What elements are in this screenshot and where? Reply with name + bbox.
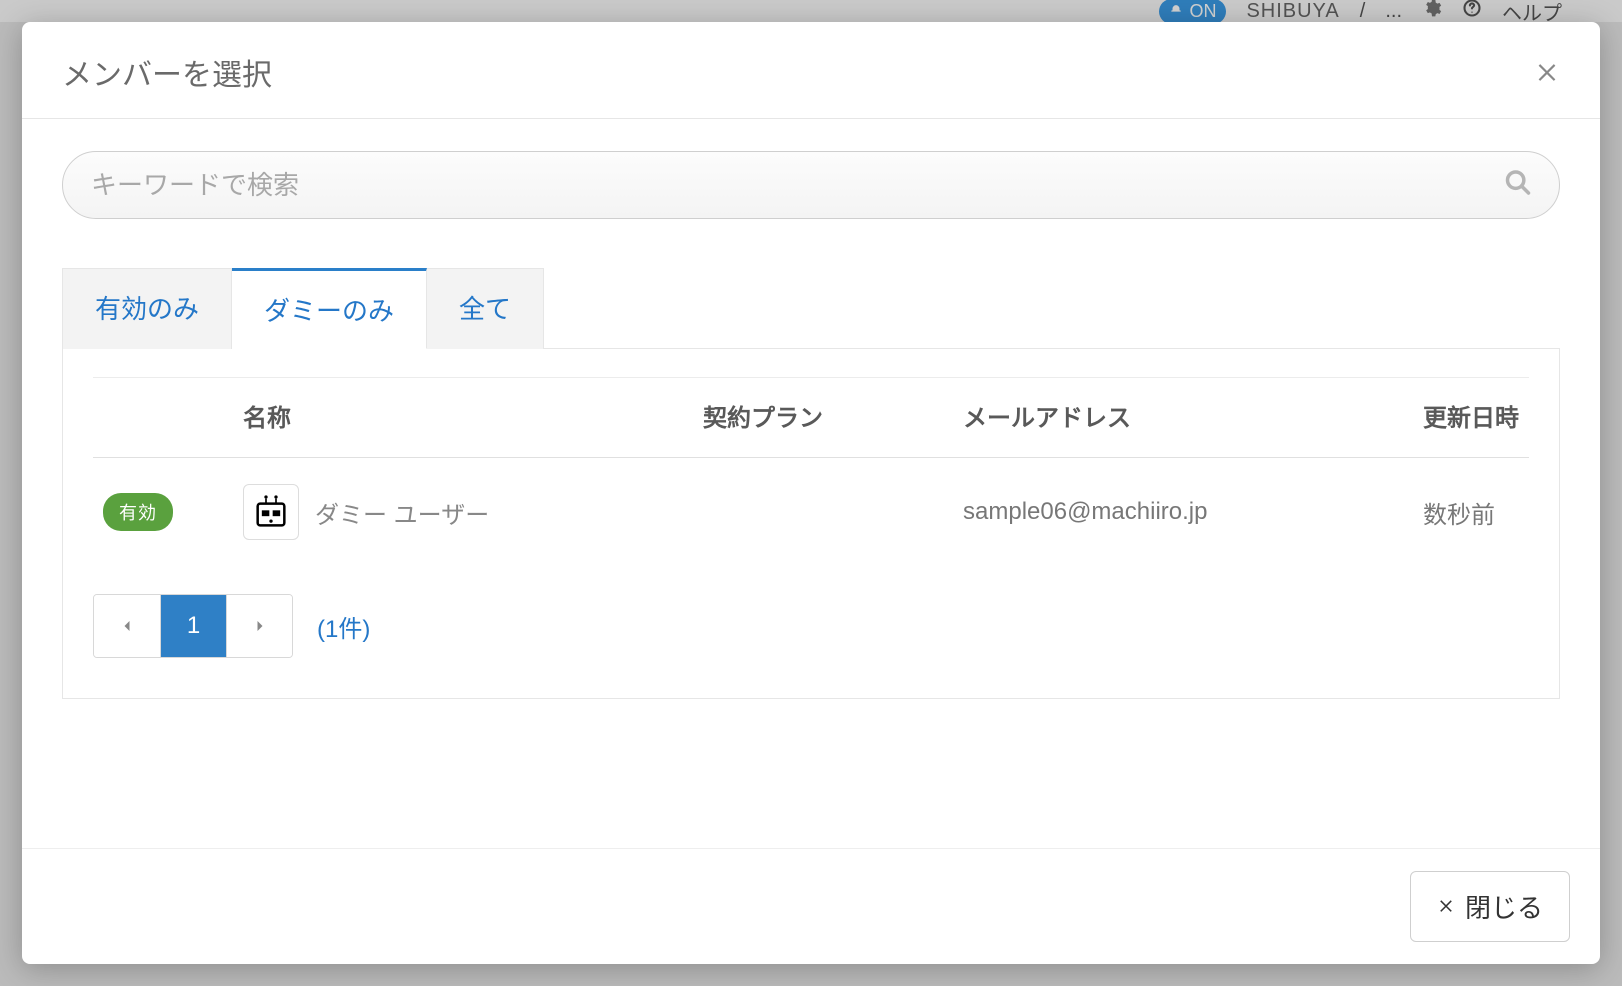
close-button[interactable]: 閉じる bbox=[1410, 871, 1570, 942]
members-table: 名称 契約プラン メールアドレス 更新日時 有効 bbox=[93, 377, 1529, 566]
filter-tabs: 有効のみ ダミーのみ 全て bbox=[62, 267, 1560, 348]
search-wrap bbox=[62, 151, 1560, 219]
pager-page-current[interactable]: 1 bbox=[160, 595, 226, 657]
header-updated: 更新日時 bbox=[1413, 378, 1529, 458]
search-icon[interactable] bbox=[1504, 169, 1532, 202]
tab-dummy-only[interactable]: ダミーのみ bbox=[232, 268, 427, 349]
close-button-label: 閉じる bbox=[1465, 888, 1543, 925]
pager-next-button[interactable] bbox=[226, 595, 292, 657]
tab-label: ダミーのみ bbox=[264, 296, 394, 326]
status-badge: 有効 bbox=[103, 493, 173, 531]
header-plan: 契約プラン bbox=[693, 378, 953, 458]
close-icon[interactable] bbox=[1534, 54, 1560, 90]
tab-all[interactable]: 全て bbox=[427, 268, 544, 349]
header-status bbox=[93, 378, 233, 458]
pagination: 1 (1件) bbox=[93, 594, 1529, 658]
close-x-icon bbox=[1437, 894, 1455, 920]
header-email: メールアドレス bbox=[953, 378, 1413, 458]
modal-title: メンバーを選択 bbox=[62, 50, 272, 94]
search-input[interactable] bbox=[62, 151, 1560, 219]
pager-prev-button[interactable] bbox=[94, 595, 160, 657]
header-name: 名称 bbox=[233, 378, 693, 458]
member-email: sample06@machiiro.jp bbox=[953, 458, 1413, 567]
tab-label: 全て bbox=[459, 294, 511, 324]
pager-page-label: 1 bbox=[187, 612, 200, 640]
results-panel: 名称 契約プラン メールアドレス 更新日時 有効 bbox=[62, 348, 1560, 699]
modal-header: メンバーを選択 bbox=[22, 22, 1600, 119]
modal-body: 有効のみ ダミーのみ 全て 名称 契約プラン メールアドレス 更新日時 bbox=[22, 119, 1600, 848]
tab-label: 有効のみ bbox=[95, 294, 199, 324]
count-label: (1件) bbox=[317, 609, 370, 644]
pager: 1 bbox=[93, 594, 293, 658]
tab-valid-only[interactable]: 有効のみ bbox=[62, 268, 232, 349]
member-plan bbox=[693, 458, 953, 567]
modal-footer: 閉じる bbox=[22, 848, 1600, 964]
robot-avatar-icon bbox=[243, 484, 299, 540]
member-name: ダミー ユーザー bbox=[315, 495, 489, 530]
table-row[interactable]: 有効 bbox=[93, 458, 1529, 567]
member-updated: 数秒前 bbox=[1413, 458, 1529, 567]
name-cell: ダミー ユーザー bbox=[243, 484, 683, 540]
member-select-modal: メンバーを選択 有効のみ ダミーのみ 全て bbox=[22, 22, 1600, 964]
